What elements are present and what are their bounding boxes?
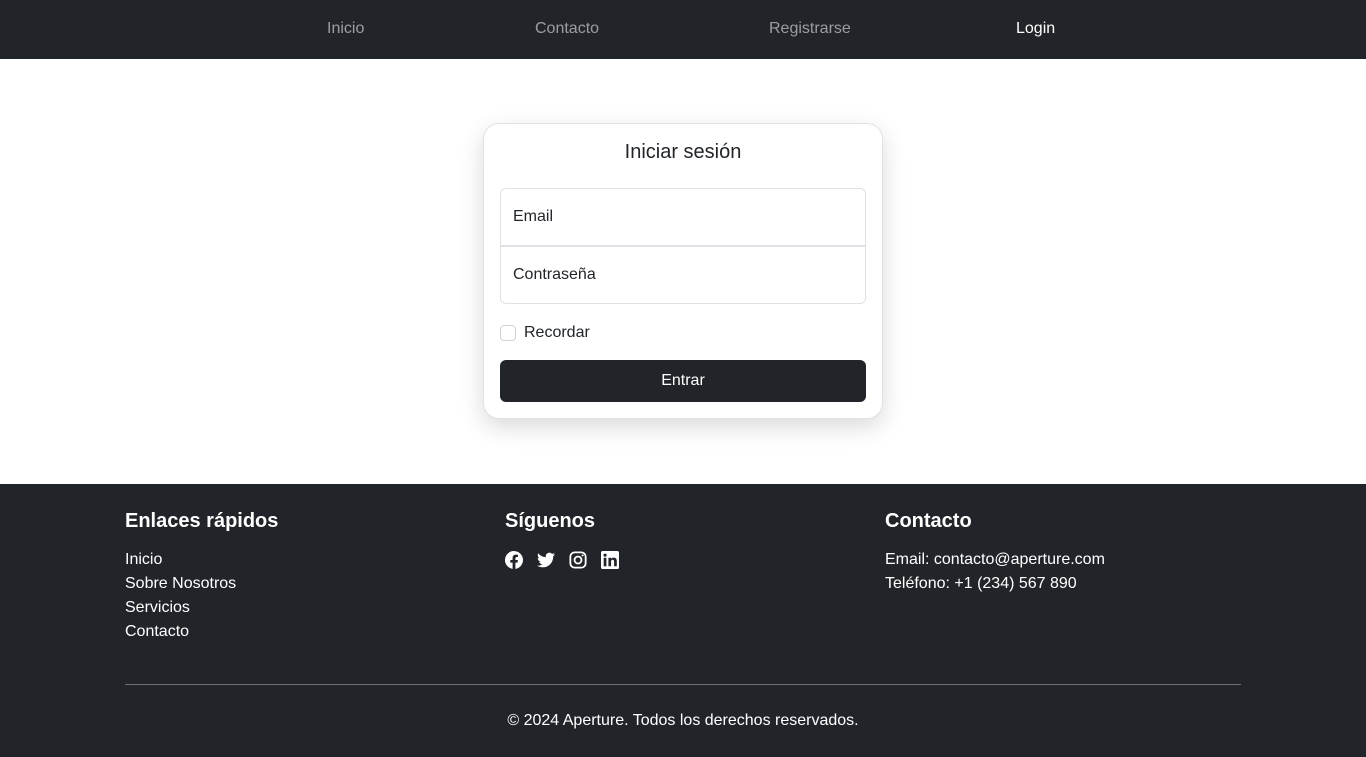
password-field[interactable]: Contraseña — [500, 246, 866, 304]
quick-links-heading: Enlaces rápidos — [125, 510, 279, 532]
remember-label: Recordar — [524, 324, 590, 341]
footer-link-sobre-nosotros[interactable]: Sobre Nosotros — [125, 575, 236, 592]
footer-divider — [125, 684, 1241, 685]
social-heading: Síguenos — [505, 510, 596, 532]
footer-link-inicio[interactable]: Inicio — [125, 551, 162, 568]
twitter-icon[interactable] — [537, 551, 555, 569]
linkedin-icon[interactable] — [601, 551, 619, 569]
footer: Enlaces rápidos Inicio Sobre Nosotros Se… — [0, 484, 1366, 757]
login-card: Iniciar sesión Email Contraseña Recordar… — [483, 123, 883, 419]
nav-link-registrarse[interactable]: Registrarse — [769, 0, 851, 59]
email-field[interactable]: Email — [500, 188, 866, 246]
top-navbar: Inicio Contacto Registrarse Login — [0, 0, 1366, 59]
footer-link-servicios[interactable]: Servicios — [125, 599, 190, 616]
list-item: Contacto — [125, 620, 485, 644]
contact-email: Email: contacto@aperture.com — [885, 551, 1105, 568]
footer-contact: Contacto Email: contacto@aperture.com Te… — [885, 509, 1245, 596]
list-item: Servicios — [125, 596, 485, 620]
remember-me[interactable]: Recordar — [500, 323, 590, 343]
footer-social: Síguenos — [505, 509, 865, 572]
footer-quick-links: Enlaces rápidos Inicio Sobre Nosotros Se… — [125, 509, 485, 644]
instagram-icon[interactable] — [569, 551, 587, 569]
main-content: Iniciar sesión Email Contraseña Recordar… — [0, 59, 1366, 484]
contact-heading: Contacto — [885, 510, 972, 532]
email-field-label: Email — [513, 208, 554, 225]
footer-link-contacto[interactable]: Contacto — [125, 623, 189, 640]
login-title: Iniciar sesión — [624, 141, 742, 163]
copyright-text: © 2024 Aperture. Todos los derechos rese… — [507, 712, 859, 729]
submit-button[interactable]: Entrar — [500, 360, 866, 402]
quick-links-list: Inicio Sobre Nosotros Servicios Contacto — [125, 548, 485, 644]
facebook-icon[interactable] — [505, 551, 523, 569]
list-item: Inicio — [125, 548, 485, 572]
nav-link-contacto[interactable]: Contacto — [535, 0, 599, 59]
list-item: Sobre Nosotros — [125, 572, 485, 596]
contact-phone: Teléfono: +1 (234) 567 890 — [885, 575, 1077, 592]
remember-checkbox[interactable] — [500, 325, 516, 341]
nav-link-login[interactable]: Login — [1016, 0, 1055, 59]
nav-link-inicio[interactable]: Inicio — [327, 0, 364, 59]
password-field-label: Contraseña — [513, 266, 596, 283]
social-icons-row — [505, 548, 865, 572]
